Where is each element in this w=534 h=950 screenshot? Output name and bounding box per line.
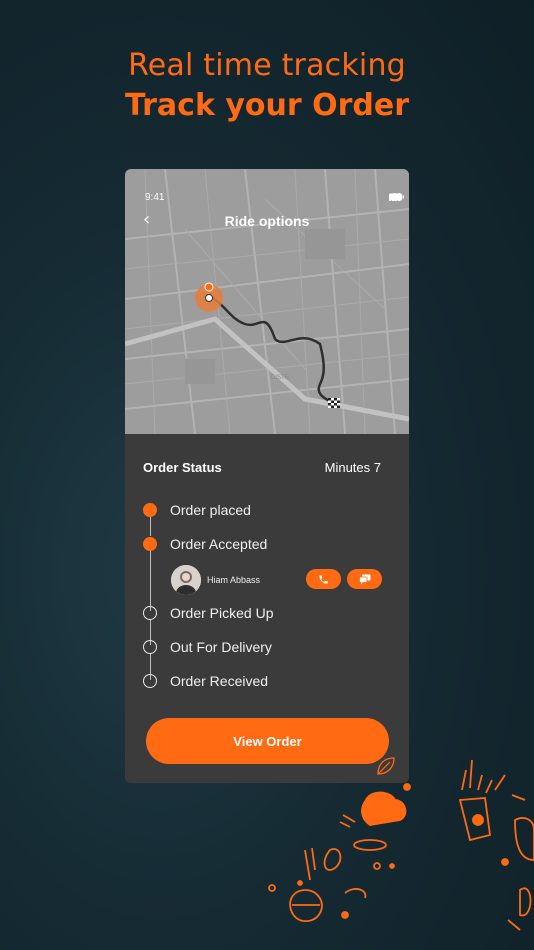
status-bar: 9:41 <box>125 169 409 209</box>
step-status-dot <box>143 537 157 551</box>
step-label: Order Picked Up <box>170 605 274 621</box>
eta-minutes: Minutes 7 <box>324 460 381 475</box>
driver-info: Hiam Abbass <box>171 565 260 595</box>
step-status-dot <box>143 503 157 517</box>
step-order-received: Order Received <box>143 673 268 689</box>
headline-line1: Real time tracking <box>128 48 406 83</box>
timeline-connector <box>149 516 151 536</box>
step-out-for-delivery: Out For Delivery <box>143 639 272 655</box>
svg-text:DISTR.: DISTR. <box>271 375 291 381</box>
timeline-connector <box>149 550 151 611</box>
chat-driver-button[interactable] <box>347 569 382 589</box>
headline-line2: Track your Order <box>124 88 410 123</box>
destination-flag-icon <box>328 398 340 408</box>
order-status-title: Order Status <box>143 460 222 475</box>
step-order-picked-up: Order Picked Up <box>143 605 273 621</box>
map-view[interactable]: DISTR. 9:41 ‹ Ride options <box>125 169 409 434</box>
screen-title: Ride options <box>224 213 310 229</box>
step-label: Order Received <box>170 673 269 689</box>
pickup-pin-icon <box>204 282 214 292</box>
phone-icon <box>319 574 328 584</box>
phone-screen: DISTR. 9:41 ‹ Ride options Order Status … <box>125 169 409 783</box>
status-time: 9:41 <box>145 192 165 203</box>
step-label: Order placed <box>170 502 251 518</box>
step-label: Out For Delivery <box>170 639 272 655</box>
order-status-panel: Order Status Minutes 7 Order placed Orde… <box>125 434 409 783</box>
driver-name: Hiam Abbass <box>207 575 261 585</box>
call-driver-button[interactable] <box>306 569 341 589</box>
step-order-accepted: Order Accepted <box>143 536 267 552</box>
chat-icon <box>358 574 370 584</box>
step-status-dot <box>143 674 157 688</box>
step-label: Order Accepted <box>170 536 268 552</box>
step-status-dot <box>143 606 157 620</box>
leaf-icon <box>377 757 395 775</box>
battery-icon <box>389 193 404 201</box>
step-status-dot <box>143 640 157 654</box>
avatar <box>171 565 201 595</box>
step-order-placed: Order placed <box>143 502 251 518</box>
view-order-button[interactable]: View Order <box>146 718 389 764</box>
